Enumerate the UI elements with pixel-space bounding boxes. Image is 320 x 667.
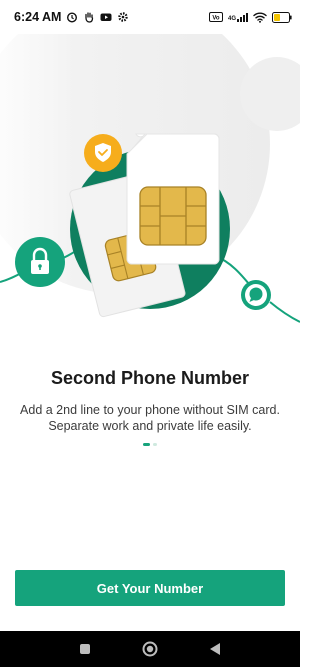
- recents-button[interactable]: [74, 638, 96, 660]
- hero-illustration: [0, 34, 300, 340]
- onboarding-subtitle: Add a 2nd line to your phone without SIM…: [20, 403, 280, 433]
- recents-icon: [79, 644, 90, 654]
- page-indicator: [0, 443, 300, 446]
- page-dot-active: [143, 443, 150, 446]
- status-left: 6:24 AM: [14, 10, 129, 24]
- home-button[interactable]: [139, 638, 161, 660]
- alarm-icon: [67, 12, 78, 23]
- navigation-bar: [0, 631, 300, 667]
- sim-card-icon: [126, 133, 220, 265]
- lock-icon: [15, 237, 65, 287]
- onboarding-illustration: [0, 34, 300, 323]
- signal-4g-icon: 4G: [227, 12, 248, 22]
- onboarding-title: Second Phone Number: [50, 368, 250, 388]
- volte-icon: Vo: [208, 12, 223, 22]
- network-label: 4G: [227, 15, 236, 22]
- svg-text:Vo: Vo: [212, 16, 220, 22]
- wifi-icon: [253, 12, 267, 23]
- status-bar: 6:24 AM Vo 4G: [0, 0, 300, 34]
- battery-icon: [272, 11, 292, 23]
- page-dot: [153, 443, 157, 446]
- get-your-number-button[interactable]: Get Your Number: [15, 570, 285, 606]
- settings-icon: [118, 12, 129, 22]
- home-icon: [142, 641, 158, 657]
- back-button[interactable]: [204, 638, 226, 660]
- status-right: Vo 4G: [208, 11, 292, 23]
- status-time: 6:24 AM: [14, 10, 62, 24]
- youtube-icon: [100, 13, 112, 21]
- shield-check-icon: [84, 134, 122, 172]
- back-icon: [210, 643, 221, 655]
- hand-icon: [85, 12, 94, 23]
- chat-bubble-icon: [241, 280, 271, 310]
